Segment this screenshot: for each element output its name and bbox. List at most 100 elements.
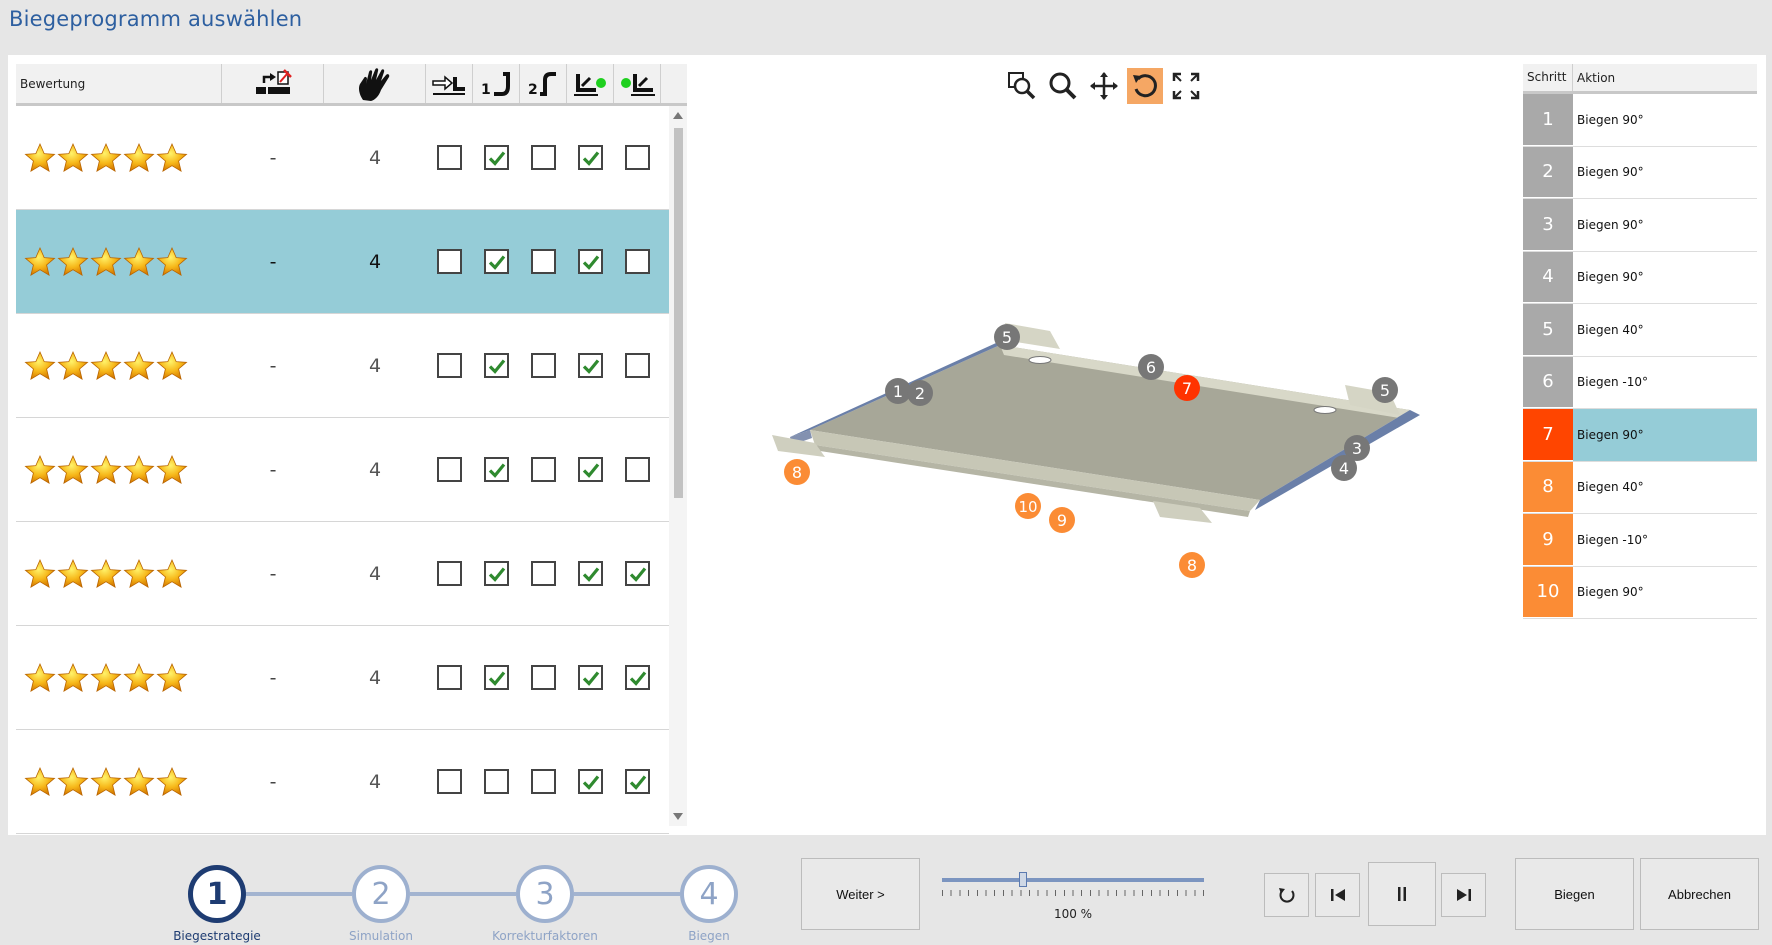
step-row[interactable]: 3 Biegen 90° bbox=[1523, 199, 1757, 252]
checkbox-checked[interactable] bbox=[625, 769, 650, 794]
step-row[interactable]: 5 Biegen 40° bbox=[1523, 304, 1757, 357]
wizard-step-4[interactable]: 4 bbox=[680, 865, 738, 923]
checkbox-checked[interactable] bbox=[578, 665, 603, 690]
step-forward-button[interactable] bbox=[1441, 873, 1486, 917]
checkbox-checked[interactable] bbox=[578, 561, 603, 586]
strategy-scrollbar[interactable] bbox=[669, 106, 687, 826]
table-row[interactable]: -4 bbox=[16, 730, 669, 834]
speed-slider[interactable]: 100 % bbox=[940, 872, 1206, 922]
column-header-feed[interactable] bbox=[426, 64, 473, 103]
step-row[interactable]: 8 Biegen 40° bbox=[1523, 461, 1757, 514]
step-row[interactable]: 1 Biegen 90° bbox=[1523, 94, 1757, 147]
part-3d-view[interactable]: 1 2 34 5 5 6 7 8 8 9 10 bbox=[760, 305, 1440, 595]
checkbox-checked[interactable] bbox=[484, 145, 509, 170]
checkbox-unchecked[interactable] bbox=[625, 457, 650, 482]
rotate-button[interactable] bbox=[1127, 68, 1163, 104]
step-row[interactable]: 4 Biegen 90° bbox=[1523, 251, 1757, 304]
column-header-stop-green[interactable] bbox=[567, 64, 614, 103]
checkbox-unchecked[interactable] bbox=[484, 769, 509, 794]
table-row[interactable]: -4 bbox=[16, 106, 669, 210]
rating-stars bbox=[16, 766, 222, 798]
table-row[interactable]: -4 bbox=[16, 210, 669, 314]
column-header-bend-2[interactable]: 2 bbox=[520, 64, 567, 103]
wizard-step-label: Korrekturfaktoren bbox=[492, 929, 598, 943]
column-header-manual[interactable] bbox=[324, 64, 426, 103]
checkbox-unchecked[interactable] bbox=[531, 561, 556, 586]
checkbox-checked[interactable] bbox=[625, 561, 650, 586]
checkbox-checked[interactable] bbox=[578, 249, 603, 274]
wizard-step-1[interactable]: 1 bbox=[188, 865, 246, 923]
checkbox-unchecked[interactable] bbox=[531, 665, 556, 690]
action-column-header[interactable]: Aktion bbox=[1573, 71, 1615, 85]
strategy-table-header: Bewertung 1 2 bbox=[16, 64, 687, 106]
pause-button[interactable] bbox=[1368, 862, 1436, 926]
column-header-tool-change[interactable] bbox=[222, 64, 324, 103]
table-row[interactable]: -4 bbox=[16, 522, 669, 626]
checkbox-unchecked[interactable] bbox=[625, 145, 650, 170]
column-header-bend-1[interactable]: 1 bbox=[473, 64, 520, 103]
checkbox-checked[interactable] bbox=[578, 353, 603, 378]
checkbox-checked[interactable] bbox=[484, 457, 509, 482]
checkbox-checked[interactable] bbox=[484, 353, 509, 378]
tool-change-value: - bbox=[269, 770, 277, 793]
checkbox-checked[interactable] bbox=[625, 665, 650, 690]
scroll-up-icon[interactable] bbox=[673, 112, 683, 119]
checkbox-unchecked[interactable] bbox=[531, 457, 556, 482]
step-row[interactable]: 2 Biegen 90° bbox=[1523, 146, 1757, 199]
rating-stars bbox=[16, 454, 222, 486]
pan-button[interactable] bbox=[1086, 68, 1122, 104]
step-row[interactable]: 7 Biegen 90° bbox=[1523, 409, 1757, 462]
step-column-header[interactable]: Schritt bbox=[1523, 64, 1573, 91]
rating-stars bbox=[16, 246, 222, 278]
checkbox-checked[interactable] bbox=[578, 457, 603, 482]
checkbox-unchecked[interactable] bbox=[625, 353, 650, 378]
checkbox-checked[interactable] bbox=[484, 561, 509, 586]
table-row[interactable]: -4 bbox=[16, 314, 669, 418]
checkbox-checked[interactable] bbox=[484, 665, 509, 690]
zoom-window-button[interactable] bbox=[1004, 68, 1040, 104]
checkbox-unchecked[interactable] bbox=[531, 249, 556, 274]
zoom-button[interactable] bbox=[1045, 68, 1081, 104]
rating-column-header[interactable]: Bewertung bbox=[16, 64, 222, 103]
checkbox-unchecked[interactable] bbox=[437, 561, 462, 586]
star-icon bbox=[156, 454, 188, 486]
restart-button[interactable] bbox=[1264, 873, 1309, 917]
checkbox-checked[interactable] bbox=[578, 769, 603, 794]
table-row[interactable]: -4 bbox=[16, 418, 669, 522]
slider-knob[interactable] bbox=[1019, 872, 1028, 887]
slider-track[interactable] bbox=[942, 878, 1204, 882]
step-back-button[interactable] bbox=[1315, 873, 1360, 917]
step-number: 5 bbox=[1523, 304, 1573, 356]
next-button[interactable]: Weiter > bbox=[801, 858, 920, 930]
step-row[interactable]: 6 Biegen -10° bbox=[1523, 356, 1757, 409]
column-header-stop-green-left[interactable] bbox=[614, 64, 661, 103]
checkbox-unchecked[interactable] bbox=[437, 353, 462, 378]
checkbox-unchecked[interactable] bbox=[531, 769, 556, 794]
cancel-button[interactable]: Abbrechen bbox=[1640, 858, 1759, 930]
checkbox-unchecked[interactable] bbox=[437, 769, 462, 794]
scroll-down-icon[interactable] bbox=[673, 813, 683, 820]
step-row[interactable]: 10 Biegen 90° bbox=[1523, 566, 1757, 619]
checkbox-unchecked[interactable] bbox=[531, 145, 556, 170]
checkbox-unchecked[interactable] bbox=[625, 249, 650, 274]
checkbox-unchecked[interactable] bbox=[437, 249, 462, 274]
checkbox-unchecked[interactable] bbox=[437, 457, 462, 482]
table-row[interactable]: -4 bbox=[16, 626, 669, 730]
wizard-progress: 1 Biegestrategie 2 Simulation 3 Korrekturfakt… bbox=[170, 860, 770, 945]
fit-screen-button[interactable] bbox=[1168, 68, 1204, 104]
step-action: Biegen -10° bbox=[1577, 375, 1648, 390]
step-rows: 1 Biegen 90° 2 Biegen 90° 3 Biegen 90° 4 Biegen… bbox=[1523, 94, 1757, 619]
checkbox-checked[interactable] bbox=[578, 145, 603, 170]
wizard-step-3[interactable]: 3 bbox=[516, 865, 574, 923]
star-icon bbox=[57, 350, 89, 382]
checkbox-checked[interactable] bbox=[484, 249, 509, 274]
step-row[interactable]: 9 Biegen -10° bbox=[1523, 514, 1757, 567]
checkbox-unchecked[interactable] bbox=[531, 353, 556, 378]
star-icon bbox=[57, 454, 89, 486]
checkbox-unchecked[interactable] bbox=[437, 665, 462, 690]
checkbox-unchecked[interactable] bbox=[437, 145, 462, 170]
wizard-step-2[interactable]: 2 bbox=[352, 865, 410, 923]
bend-button[interactable]: Biegen bbox=[1515, 858, 1634, 930]
scrollbar-thumb[interactable] bbox=[674, 128, 683, 498]
star-icon bbox=[90, 142, 122, 174]
